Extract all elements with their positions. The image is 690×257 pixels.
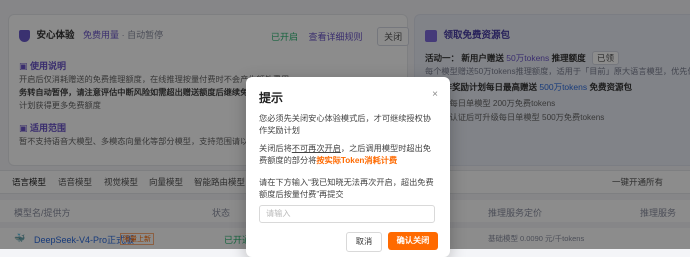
para2-not: 不可再次开启 [291,144,341,153]
confirm-text-input[interactable]: 请输入 [259,205,435,223]
para2-prefix: 关闭后将 [259,144,292,153]
dialog-paragraph-2: 关闭后将不可再次开启，之后调用模型时超出免费额度的部分将按实际Token消耗计费 [259,143,439,167]
dialog-title: 提示 [259,91,284,105]
cancel-button[interactable]: 取消 [346,232,382,252]
dialog-paragraph-1: 您必须先关闭安心体验模式后，才可继续授权协作奖励计划 [259,114,431,135]
confirm-close-button[interactable]: 确认关闭 [388,232,438,250]
dialog-paragraph-3: 请在下方输入“我已知晓无法再次开启，超出免费额度后按量付费”再提交 [259,178,434,199]
confirm-dialog: 提示 × 您必须先关闭安心体验模式后，才可继续授权协作奖励计划 关闭后将不可再次… [246,77,450,257]
page: 安心体验 免费用量 · 自动暂停 已开启 查看详细规则 关闭 ▣ 使用说明 开启… [0,0,690,257]
close-icon[interactable]: × [432,89,438,100]
para2-highlight: 按实际Token消耗计费 [316,156,398,165]
